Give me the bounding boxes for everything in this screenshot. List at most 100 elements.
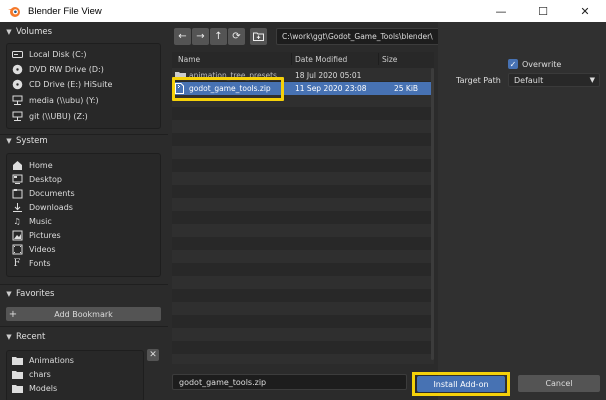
plus-icon: +	[8, 308, 18, 320]
sidebar-item-label: Pictures	[29, 230, 61, 240]
favorites-header-label: Favorites	[16, 289, 55, 299]
sidebar-item-label: Videos	[29, 244, 56, 254]
row-stripe	[172, 302, 434, 315]
target-path-dropdown[interactable]: Default ▼	[508, 73, 600, 87]
sidebar-item-local-disk[interactable]: Local Disk (C:)	[11, 47, 87, 61]
directory-path-field[interactable]: C:\work\ggt\Godot_Game_Tools\blender\	[276, 28, 446, 45]
folder-icon	[11, 368, 23, 380]
refresh-icon: ⟳	[232, 31, 241, 42]
folder-icon	[175, 69, 187, 82]
row-stripe	[172, 94, 434, 107]
hard-disk-icon	[11, 48, 23, 60]
volumes-header-label: Volumes	[16, 27, 53, 37]
fonts-icon: F	[13, 257, 21, 269]
disc-icon	[11, 63, 23, 75]
forward-button[interactable]: →	[192, 28, 209, 45]
add-bookmark-button[interactable]: + Add Bookmark	[6, 307, 161, 321]
chevron-down-icon: ▼	[6, 137, 12, 145]
folder-icon	[11, 354, 23, 366]
column-divider	[378, 53, 379, 65]
chevron-down-icon: ▼	[6, 290, 12, 298]
sidebar-item-label: Local Disk (C:)	[29, 49, 87, 59]
recent-panel-header[interactable]: ▼ Recent	[2, 328, 166, 346]
pictures-icon	[11, 229, 23, 241]
sidebar-item-documents[interactable]: Documents	[11, 186, 75, 200]
sidebar-item-recent-chars[interactable]: chars	[11, 367, 51, 381]
cancel-button[interactable]: Cancel	[518, 375, 600, 392]
new-folder-button[interactable]	[250, 28, 267, 45]
window-title: Blender File View	[28, 5, 102, 17]
file-browser-main: ← → ↑ ⟳ C:\work\ggt\Godot_Game_Tools\ble…	[168, 22, 597, 400]
sidebar-item-dvd-drive[interactable]: DVD RW Drive (D:)	[11, 62, 104, 76]
sidebar-item-label: git (\\UBU) (Z:)	[29, 111, 88, 121]
column-header-date[interactable]: Date Modified	[295, 52, 347, 66]
refresh-button[interactable]: ⟳	[228, 28, 245, 45]
column-header-name[interactable]: Name	[178, 52, 200, 66]
back-button[interactable]: ←	[174, 28, 191, 45]
arrow-up-icon: ↑	[214, 31, 223, 42]
zip-file-icon	[175, 82, 187, 95]
row-stripe	[172, 250, 434, 263]
recent-list: Animations chars Models	[6, 350, 144, 400]
sidebar-item-label: media (\\ubu) (Y:)	[29, 95, 99, 105]
sidebar-item-recent-models[interactable]: Models	[11, 381, 57, 395]
sidebar-item-label: Home	[29, 160, 53, 170]
parent-directory-button[interactable]: ↑	[210, 28, 227, 45]
target-path-value: Default	[514, 75, 544, 85]
folder-icon	[11, 382, 23, 394]
column-header-size[interactable]: Size	[382, 52, 397, 66]
sidebar-item-fonts[interactable]: F Fonts	[11, 256, 51, 270]
file-row-date: 18 Jul 2020 05:01	[295, 71, 362, 80]
sidebar-item-music[interactable]: ♫ Music	[11, 214, 52, 228]
checkmark-icon: ✓	[508, 59, 518, 69]
close-icon: ✕	[149, 350, 157, 360]
sidebar: ▼ Volumes Local Disk (C:) DVD RW Drive (…	[0, 22, 168, 400]
sidebar-item-pictures[interactable]: Pictures	[11, 228, 61, 242]
sidebar-item-label: Downloads	[29, 202, 73, 212]
row-stripe	[172, 276, 434, 289]
filename-input[interactable]: godot_game_tools.zip	[172, 374, 407, 390]
favorites-panel-header[interactable]: ▼ Favorites	[2, 285, 166, 303]
overwrite-checkbox[interactable]: ✓ Overwrite	[508, 59, 561, 69]
documents-icon	[11, 187, 23, 199]
volumes-list: Local Disk (C:) DVD RW Drive (D:) CD Dri…	[6, 43, 161, 129]
file-list-scrollbar[interactable]	[431, 68, 434, 360]
sidebar-item-desktop[interactable]: Desktop	[11, 172, 62, 186]
sidebar-item-label: chars	[29, 369, 51, 379]
sidebar-item-git-drive[interactable]: git (\\UBU) (Z:)	[11, 109, 88, 123]
sidebar-item-recent-animations[interactable]: Animations	[11, 353, 74, 367]
chevron-down-icon: ▼	[6, 333, 12, 341]
row-stripe	[172, 198, 434, 211]
arrow-right-icon: →	[196, 31, 205, 42]
row-stripe	[172, 146, 434, 159]
sidebar-item-videos[interactable]: Videos	[11, 242, 56, 256]
file-row-folder[interactable]: animation_tree_presets 18 Jul 2020 05:01	[172, 69, 434, 82]
new-folder-icon	[253, 32, 264, 41]
file-row-selected[interactable]: godot_game_tools.zip 11 Sep 2020 23:08 2…	[172, 82, 434, 95]
sidebar-item-label: Music	[29, 216, 52, 226]
sidebar-item-label: CD Drive (E:) HiSuite	[29, 79, 113, 89]
download-icon	[11, 201, 23, 213]
volumes-panel-header[interactable]: ▼ Volumes	[2, 23, 166, 41]
column-divider	[291, 53, 292, 65]
row-stripe	[172, 120, 434, 133]
minimize-button[interactable]: —	[480, 0, 522, 22]
sidebar-item-home[interactable]: Home	[11, 158, 53, 172]
system-panel-header[interactable]: ▼ System	[2, 132, 166, 150]
install-addon-highlight: Install Add-on	[412, 372, 510, 396]
add-bookmark-label: Add Bookmark	[54, 309, 113, 319]
file-row-date: 11 Sep 2020 23:08	[295, 84, 367, 93]
network-drive-icon	[11, 94, 23, 106]
maximize-button[interactable]: ☐	[522, 0, 564, 22]
system-header-label: System	[16, 136, 48, 146]
sidebar-item-cd-drive[interactable]: CD Drive (E:) HiSuite	[11, 77, 112, 91]
desktop-icon	[11, 173, 23, 185]
close-button[interactable]: ✕	[564, 0, 606, 22]
window-titlebar: Blender File View — ☐ ✕	[0, 0, 606, 22]
file-row-size	[394, 69, 428, 82]
clear-recent-button[interactable]: ✕	[147, 349, 159, 361]
system-list: Home Desktop Documents Downloads ♫ Music…	[6, 153, 161, 277]
sidebar-item-media-drive[interactable]: media (\\ubu) (Y:)	[11, 93, 99, 107]
sidebar-item-downloads[interactable]: Downloads	[11, 200, 73, 214]
install-addon-button[interactable]: Install Add-on	[417, 376, 505, 392]
